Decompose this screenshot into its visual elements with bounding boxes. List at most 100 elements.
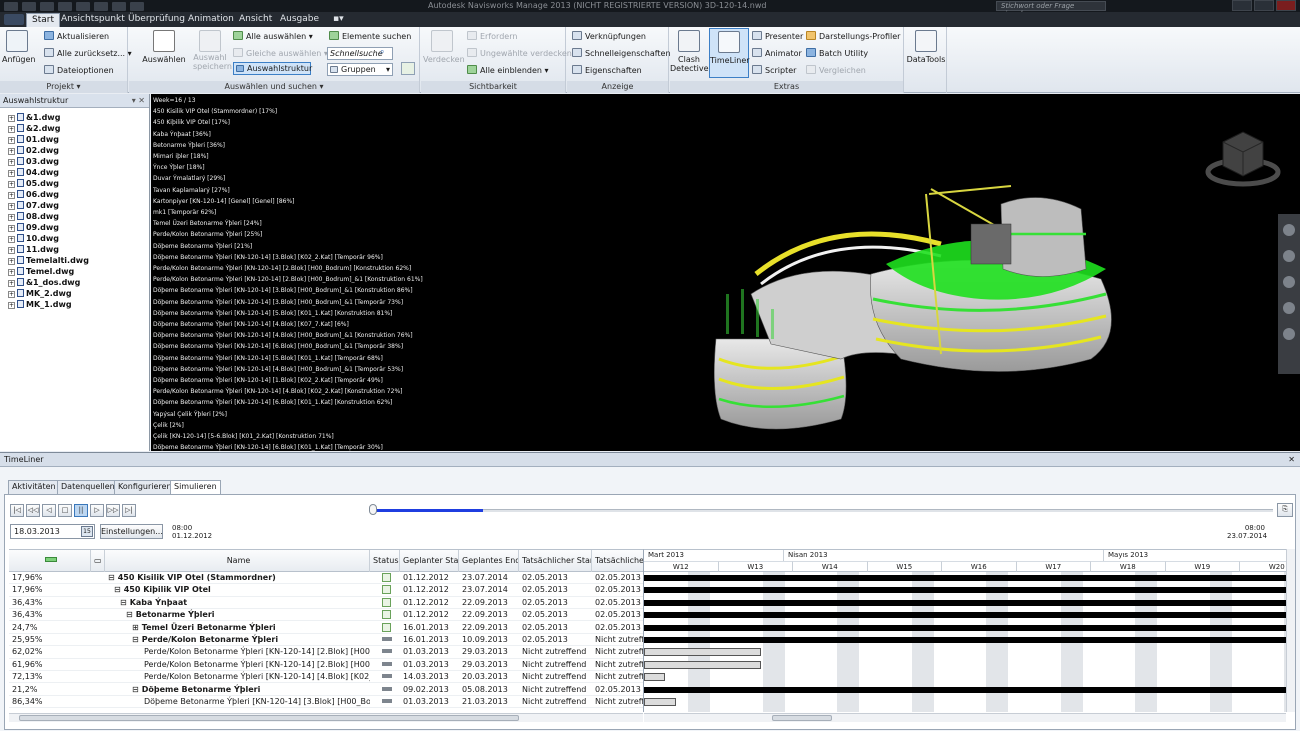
gantt-bar[interactable] xyxy=(644,612,1286,619)
ribbon-options-icon[interactable]: ▪▾ xyxy=(328,13,352,27)
undo-icon[interactable] xyxy=(94,1,108,11)
task-row[interactable]: 17,96% ⊟ 450 Kisilik VIP Otel (Stammordner… xyxy=(9,572,643,585)
column-status[interactable]: Status xyxy=(370,550,400,572)
selection-tree-button[interactable]: Auswahlstruktur xyxy=(233,62,312,75)
clash-detective-button[interactable]: Clash Detective xyxy=(670,55,709,73)
tab-ansicht[interactable]: Ansicht xyxy=(234,13,277,27)
expand-icon[interactable]: + xyxy=(8,159,15,166)
collapse-icon[interactable]: ⊟ xyxy=(132,635,139,644)
task-row[interactable]: 17,96% ⊟ 450 Kiþilik VIP Otel 01.12.2012 23.… xyxy=(9,584,643,597)
require-button[interactable]: Erfordern xyxy=(467,31,517,42)
task-row[interactable]: 36,43% ⊟ Betonarme Ýþleri 01.12.2012 22.09.2… xyxy=(9,609,643,622)
task-row[interactable]: 61,96% Perde/Kolon Betonarme Ýþleri [KN-1… xyxy=(9,659,643,672)
pan-hand-icon[interactable] xyxy=(1283,250,1295,262)
gantt-scroll-thumb[interactable] xyxy=(772,715,832,721)
grid-horizontal-scrollbar[interactable] xyxy=(9,713,643,722)
column-planned-end[interactable]: Geplantes Ende xyxy=(459,550,519,572)
hide-button[interactable]: Verdecken xyxy=(423,55,465,64)
orbit-icon[interactable] xyxy=(1283,302,1295,314)
collapse-icon[interactable]: ⊟ xyxy=(108,573,115,582)
expand-icon[interactable]: + xyxy=(8,236,15,243)
collapse-icon[interactable]: ⊟ xyxy=(120,598,127,607)
task-row[interactable]: 25,95% ⊟ Perde/Kolon Betonarme Ýþleri 16.01… xyxy=(9,634,643,647)
stop-button[interactable]: □ xyxy=(58,504,72,517)
scripter-button[interactable]: Scripter xyxy=(752,65,796,76)
column-actual-end[interactable]: Tatsächliches Ende xyxy=(592,550,643,572)
task-row[interactable]: 62,02% Perde/Kolon Betonarme Ýþleri [KN-1… xyxy=(9,646,643,659)
task-row[interactable]: 21,2% ⊟ Döþeme Betonarme Ýþleri 09.02.2013 0… xyxy=(9,684,643,696)
gantt-bar[interactable] xyxy=(644,587,1286,594)
tree-item[interactable]: +03.dwg xyxy=(0,156,149,167)
tab-ausgabe[interactable]: Ausgabe xyxy=(275,13,324,27)
panel-pin-close-icon[interactable]: ▾ ✕ xyxy=(132,94,145,107)
forward-end-button[interactable]: ▷| xyxy=(122,504,136,517)
tab-konfigurieren[interactable]: Konfigurieren xyxy=(114,480,176,494)
batch-utility-button[interactable]: Batch Utility xyxy=(806,48,868,59)
tab-animation[interactable]: Animation xyxy=(183,13,239,27)
tree-item[interactable]: + Temelalti.dwg xyxy=(0,255,149,266)
expand-icon[interactable]: + xyxy=(8,115,15,122)
append-button[interactable]: Anfügen xyxy=(2,55,36,64)
select-mode-icon[interactable] xyxy=(130,1,144,11)
step-forward-button[interactable]: ▷▷ xyxy=(106,504,120,517)
task-row[interactable]: 72,13% Perde/Kolon Betonarme Ýþleri [KN-1… xyxy=(9,671,643,684)
tree-item[interactable]: +01.dwg xyxy=(0,134,149,145)
collapse-icon[interactable]: ⊟ xyxy=(132,685,139,694)
task-row[interactable]: 24,7% ⊞ Temel Üzeri Betonarme Ýþleri 16.01.… xyxy=(9,622,643,634)
slider-thumb[interactable] xyxy=(369,504,377,515)
expand-icon[interactable]: + xyxy=(8,192,15,199)
gantt-horizontal-scrollbar[interactable] xyxy=(644,713,1286,722)
tab-uberprufung[interactable]: Überprüfung xyxy=(123,13,190,27)
presenter-button[interactable]: Presenter xyxy=(752,31,803,42)
export-animation-icon[interactable]: ⎘ xyxy=(1277,503,1293,517)
tree-item[interactable]: +06.dwg xyxy=(0,189,149,200)
gantt-bar[interactable] xyxy=(644,599,1286,606)
column-progress[interactable] xyxy=(9,550,91,572)
tab-aktivitaten[interactable]: Aktivitäten xyxy=(8,480,60,494)
timeliner-button[interactable]: TimeLiner xyxy=(709,28,750,78)
links-button[interactable]: Verknüpfungen xyxy=(572,31,646,42)
rewind-start-button[interactable]: |◁ xyxy=(10,504,24,517)
find-items-button[interactable]: Elemente suchen xyxy=(329,31,411,42)
walk-icon[interactable] xyxy=(1283,328,1295,340)
gantt-bar[interactable] xyxy=(644,624,1286,631)
expand-icon[interactable]: + xyxy=(8,280,15,287)
new-file-icon[interactable] xyxy=(22,1,36,11)
step-back-button[interactable]: ◁◁ xyxy=(26,504,40,517)
gantt-bar[interactable] xyxy=(644,673,666,682)
app-menu-icon[interactable] xyxy=(4,1,18,11)
expand-icon[interactable]: + xyxy=(8,126,15,133)
3d-viewport[interactable]: Week=16 / 13 450 Kisilik VIP Otel (Stammo… xyxy=(151,94,1300,451)
help-search-input[interactable]: Stichwort oder Frage eingeben xyxy=(996,1,1106,12)
expand-icon[interactable]: + xyxy=(8,148,15,155)
play-button[interactable]: ▷ xyxy=(90,504,104,517)
task-row[interactable]: 86,34% Döþeme Betonarme Ýþleri [KN-120-14… xyxy=(9,696,643,709)
gantt-bar[interactable] xyxy=(644,698,676,706)
tree-item[interactable]: +08.dwg xyxy=(0,211,149,222)
quick-properties-button[interactable]: Schnelleigenschaften xyxy=(572,48,671,59)
expand-icon[interactable]: + xyxy=(8,137,15,144)
gantt-bar[interactable] xyxy=(644,648,762,657)
simulation-date-input[interactable]: 18.03.2013 15 xyxy=(10,524,95,539)
tree-item[interactable]: +11.dwg xyxy=(0,244,149,255)
expand-icon[interactable]: + xyxy=(8,247,15,254)
hide-unselected-button[interactable]: Ungewählte verdecken xyxy=(467,48,572,59)
expand-icon[interactable]: + xyxy=(8,258,15,265)
tree-item[interactable]: +10.dwg xyxy=(0,233,149,244)
tab-simulieren[interactable]: Simulieren xyxy=(170,480,221,495)
datatools-button[interactable]: DataTools xyxy=(905,55,947,64)
redo-icon[interactable] xyxy=(112,1,126,11)
expand-icon[interactable]: + xyxy=(8,170,15,177)
collapse-icon[interactable]: ⊟ xyxy=(126,610,133,619)
collapse-icon[interactable]: ⊞ xyxy=(132,623,139,632)
close-button[interactable] xyxy=(1276,0,1296,11)
select-all-button[interactable]: Alle auswählen ▾ xyxy=(233,31,313,42)
save-icon[interactable] xyxy=(58,1,72,11)
grid-scroll-thumb[interactable] xyxy=(19,715,519,721)
calendar-icon[interactable]: 15 xyxy=(81,526,93,537)
print-icon[interactable] xyxy=(76,1,90,11)
quick-find-search-icon[interactable]: ⌕ xyxy=(380,47,384,57)
tree-item[interactable]: +02.dwg xyxy=(0,145,149,156)
tab-ansichtspunkt[interactable]: Ansichtspunkt xyxy=(56,13,130,27)
collapse-icon[interactable]: ⊟ xyxy=(114,585,121,594)
